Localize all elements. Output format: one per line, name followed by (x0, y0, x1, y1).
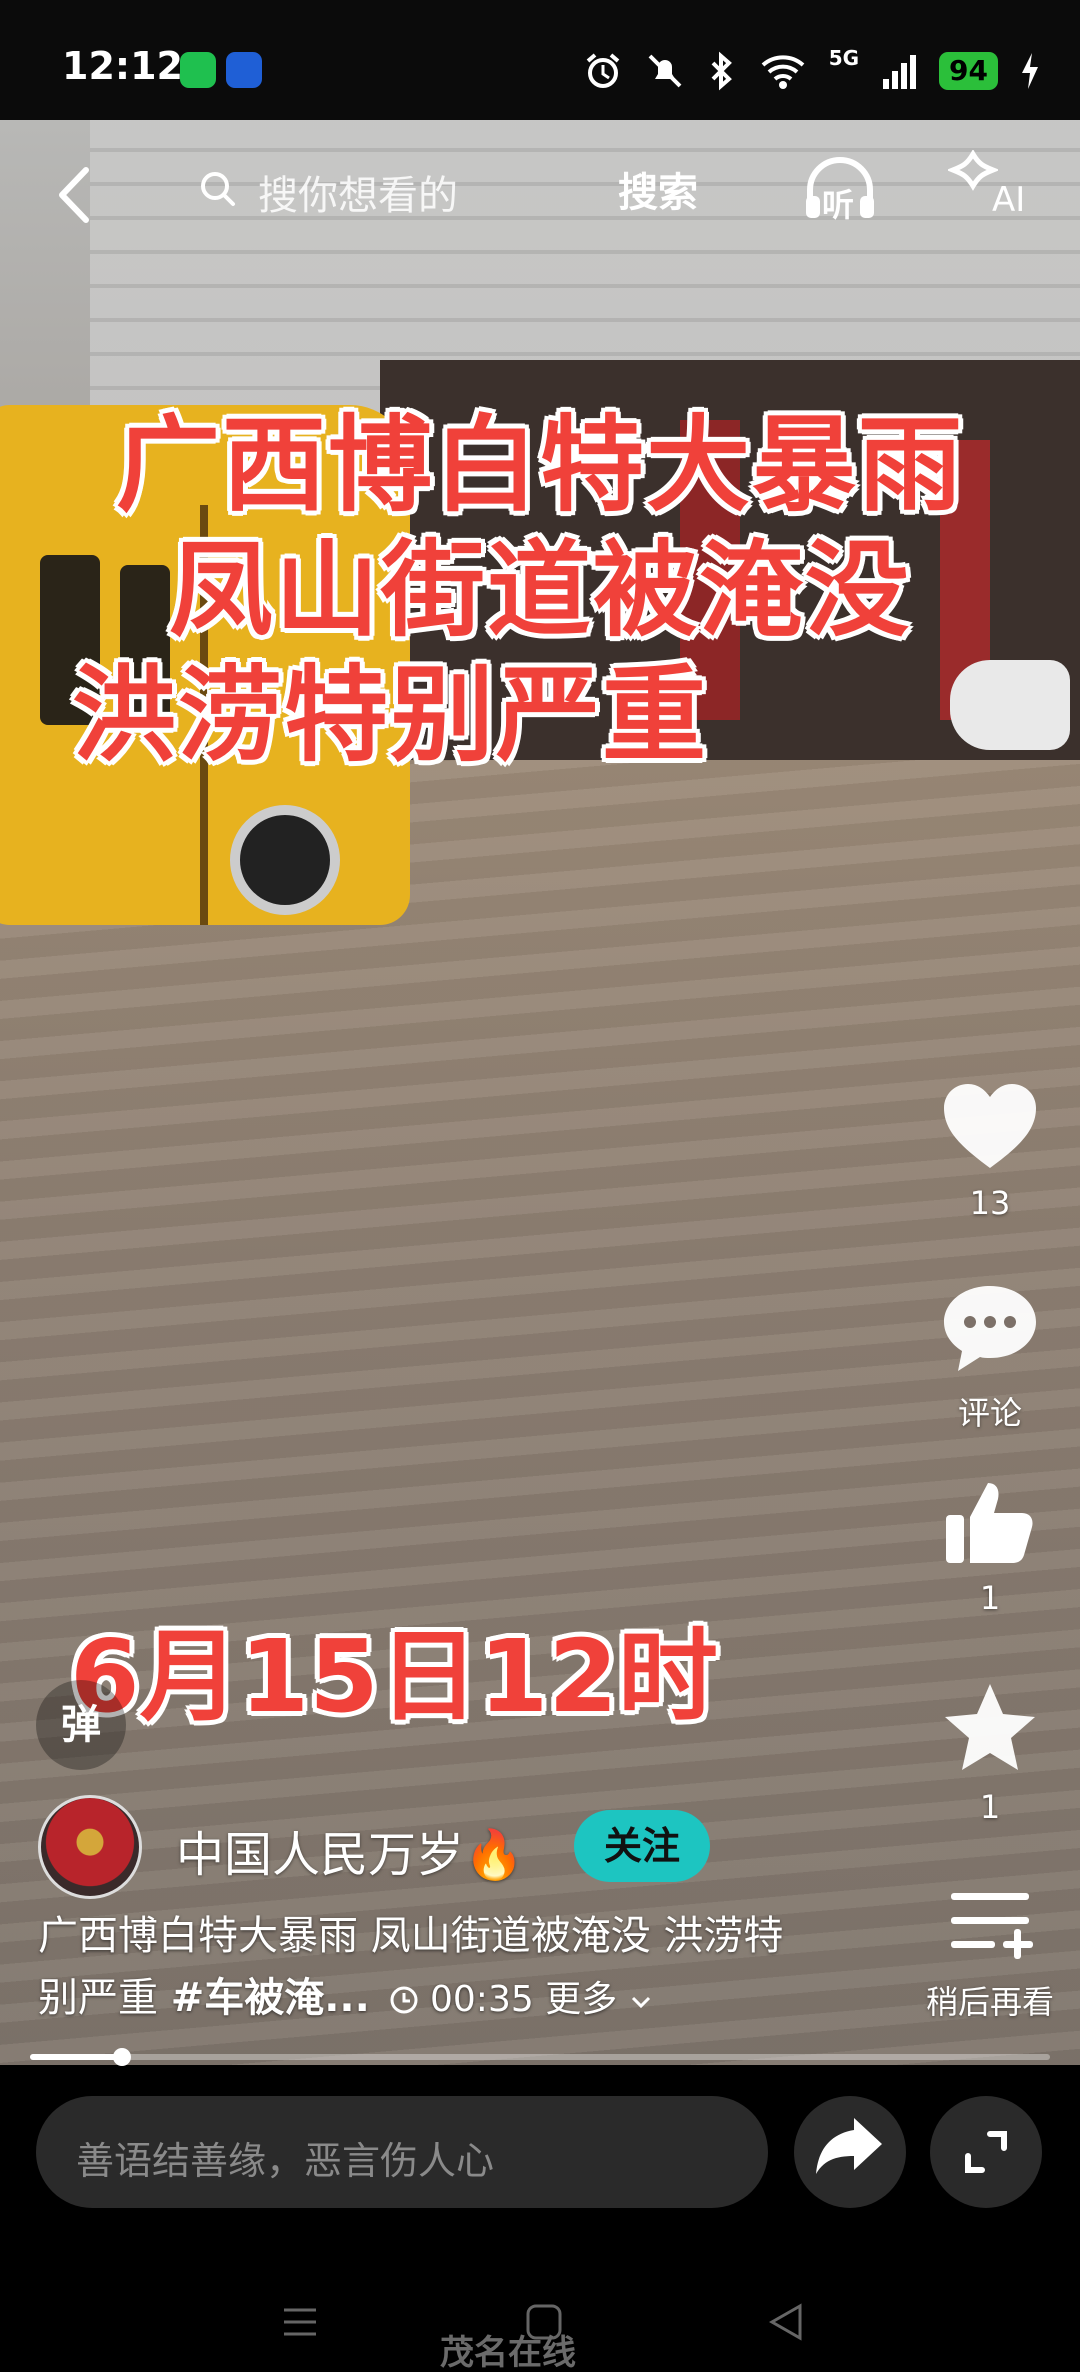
hashtag-link[interactable]: #车被淹... (171, 1975, 370, 2021)
back-nav-icon[interactable] (766, 2302, 806, 2342)
video-progress-bar[interactable] (30, 2048, 1050, 2066)
signal-icon (883, 55, 917, 89)
video-duration: 00:35 (430, 1979, 534, 2020)
comment-placeholder: 善语结善缘，恶言伤人心 (76, 2139, 495, 2183)
share-button[interactable] (794, 2096, 906, 2208)
notification-app-icon (226, 52, 262, 88)
comment-button[interactable]: 评论 (920, 1280, 1060, 1434)
mute-bell-icon (648, 54, 682, 88)
fullscreen-button[interactable] (930, 2096, 1042, 2208)
comment-bubble-icon (944, 1286, 1036, 1371)
status-time: 12:12 (62, 44, 183, 88)
follow-button[interactable]: 关注 (574, 1810, 710, 1882)
comment-label: 评论 (957, 1394, 1022, 1432)
bluetooth-icon (711, 51, 732, 91)
listen-label: 听 (822, 186, 855, 224)
progress-fill (30, 2054, 122, 2060)
ai-label: AI (992, 180, 1026, 220)
avatar[interactable] (38, 1795, 142, 1899)
listen-button[interactable]: 听 (800, 150, 880, 230)
wechat-icon (180, 52, 216, 88)
favorite-count: 1 (979, 1788, 1001, 1826)
thumbs-up-count: 1 (979, 1579, 1001, 1617)
thumbs-up-button[interactable]: 1 (920, 1475, 1060, 1617)
more-button[interactable]: 更多 (545, 1979, 652, 2020)
video-description[interactable]: 广西博白特大暴雨 凤山街道被淹没 洪涝特别严重 #车被淹... 00:35 更多 (38, 1905, 808, 2031)
alarm-icon (586, 53, 619, 88)
chevron-left-icon (59, 167, 89, 223)
watermark: 茂名在线 (440, 2333, 576, 2372)
share-arrow-icon (816, 2118, 882, 2174)
playlist-add-icon (951, 1893, 1033, 1959)
video-caption-line-3: 洪涝特别严重 (71, 654, 708, 776)
thumbs-up-icon (946, 1483, 1033, 1563)
video-date-caption: 6月15日12时 (70, 1618, 718, 1735)
video-frame-scooter (950, 660, 1070, 750)
video-player[interactable]: 广西博白特大暴雨 凤山街道被淹没 洪涝特别严重 6月15日12时 (0, 120, 1080, 2065)
watch-later-button[interactable]: 稍后再看 (910, 1885, 1070, 2023)
search-button[interactable]: 搜索 (618, 160, 698, 218)
ai-assistant-button[interactable]: AI (946, 149, 1038, 230)
danmu-toggle-button[interactable]: 弹 (36, 1680, 126, 1770)
wifi-icon (761, 55, 805, 89)
video-frame-floodwater (0, 760, 1080, 2065)
like-count: 13 (969, 1184, 1011, 1222)
duration-meta: 00:35 (383, 1979, 546, 2020)
expand-icon (965, 2131, 1007, 2173)
search-icon (198, 169, 238, 209)
status-icons: 5G 94 (583, 46, 1040, 96)
charging-icon (1022, 53, 1038, 89)
like-button[interactable]: 13 (920, 1080, 1060, 1222)
network-type: 5G (828, 46, 860, 70)
status-bar: 12:12 5G 94 (0, 0, 1080, 120)
more-label: 更多 (545, 1979, 618, 2020)
comment-input[interactable]: 善语结善缘，恶言伤人心 (36, 2096, 768, 2208)
clock-icon (390, 1986, 418, 2014)
search-placeholder: 搜你想看的 (258, 173, 458, 219)
battery-level: 94 (939, 52, 998, 90)
progress-handle[interactable] (112, 2048, 131, 2066)
chevron-down-icon (631, 1996, 650, 2009)
author-name[interactable]: 中国人民万岁🔥 (176, 1815, 524, 1885)
back-button[interactable] (50, 160, 100, 230)
heart-icon (944, 1084, 1036, 1168)
star-icon (945, 1684, 1035, 1770)
watch-later-label: 稍后再看 (925, 1983, 1054, 2021)
ai-sparkle-icon (946, 149, 1000, 191)
favorite-button[interactable]: 1 (920, 1680, 1060, 1826)
menu-icon[interactable] (280, 2302, 320, 2342)
